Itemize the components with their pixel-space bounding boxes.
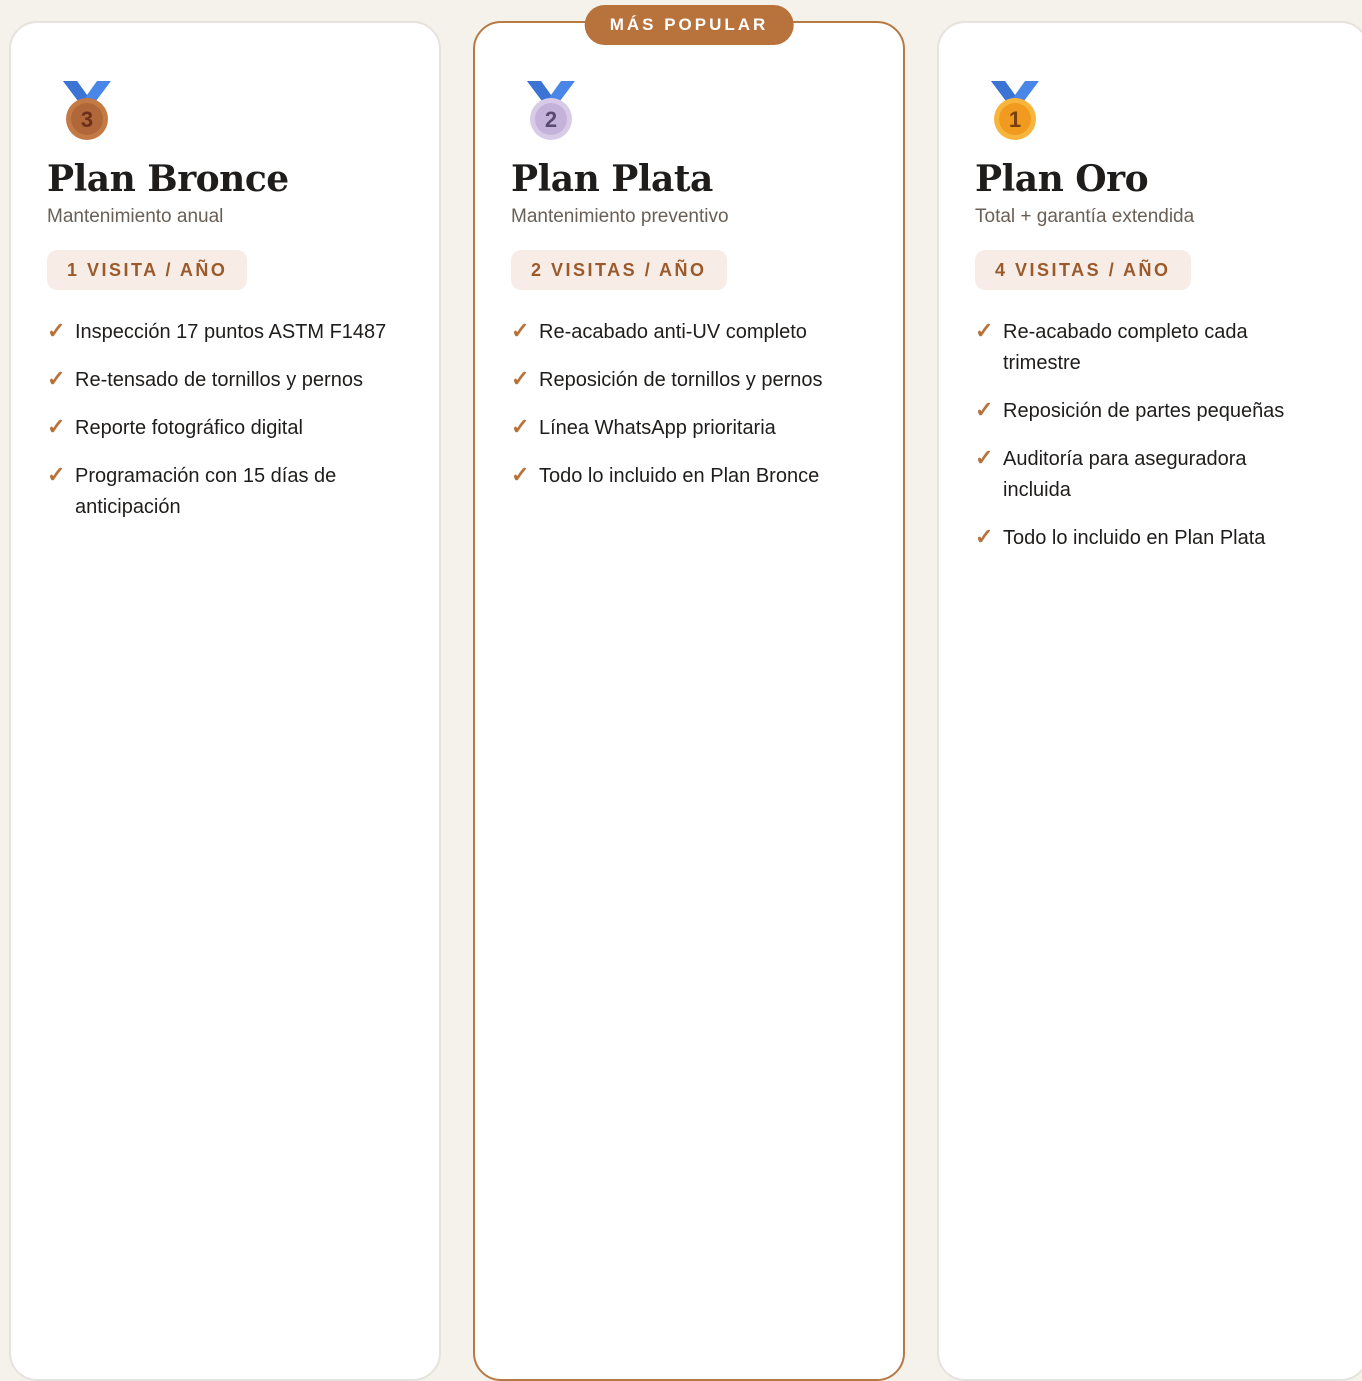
plan-card-bronce: 3 Plan Bronce Mantenimiento anual 1 VISI… <box>9 21 441 1381</box>
feature-list: ✓ Re-acabado completo cada trimestre ✓ Rep… <box>975 317 1347 554</box>
feature-text: Re-acabado anti-UV completo <box>539 321 807 343</box>
check-icon: ✓ <box>975 397 994 422</box>
feature-list: ✓ Re-acabado anti-UV completo ✓ Reposición… <box>511 317 883 492</box>
feature-text: Reposición de tornillos y pernos <box>539 369 823 391</box>
feature-item: ✓ Inspección 17 puntos ASTM F1487 <box>47 317 419 348</box>
check-icon: ✓ <box>47 414 66 439</box>
plan-subtitle: Total + garantía extendida <box>975 206 1195 227</box>
check-icon: ✓ <box>511 318 530 343</box>
feature-item: ✓ Auditoría para aseguradora incluida <box>975 444 1303 506</box>
visits-badge: 1 VISITA / AÑO <box>47 250 248 290</box>
plan-title: Plan Plata <box>511 158 713 200</box>
feature-item: ✓ Re-tensado de tornillos y pernos <box>47 365 419 396</box>
feature-item: ✓ Línea WhatsApp prioritaria <box>511 413 883 444</box>
feature-item: ✓ Todo lo incluido en Plan Bronce <box>511 461 883 492</box>
check-icon: ✓ <box>975 524 994 549</box>
first-place-medal-icon: 1 <box>991 81 1039 140</box>
check-icon: ✓ <box>47 318 66 343</box>
check-icon: ✓ <box>975 318 994 343</box>
feature-item: ✓ Programación con 15 días de anticipació… <box>47 461 375 523</box>
plan-subtitle: Mantenimiento preventivo <box>511 206 729 227</box>
second-place-medal-icon: 2 <box>527 81 575 140</box>
feature-text: Todo lo incluido en Plan Bronce <box>539 465 820 487</box>
feature-text: Auditoría para aseguradora incluida <box>1003 448 1247 501</box>
feature-item: ✓ Reposición de partes pequeñas <box>975 396 1347 427</box>
feature-item: ✓ Reporte fotográfico digital <box>47 413 419 444</box>
svg-text:3: 3 <box>81 107 93 132</box>
check-icon: ✓ <box>975 445 994 470</box>
check-icon: ✓ <box>511 414 530 439</box>
feature-text: Reporte fotográfico digital <box>75 417 303 439</box>
feature-item: ✓ Reposición de tornillos y pernos <box>511 365 883 396</box>
feature-item: ✓ Re-acabado anti-UV completo <box>511 317 883 348</box>
feature-item: ✓ Re-acabado completo cada trimestre <box>975 317 1303 379</box>
visits-badge: 2 VISITAS / AÑO <box>511 250 727 290</box>
plan-title: Plan Oro <box>975 158 1149 200</box>
feature-text: Inspección 17 puntos ASTM F1487 <box>75 321 387 343</box>
check-icon: ✓ <box>47 366 66 391</box>
feature-item: ✓ Todo lo incluido en Plan Plata <box>975 523 1347 554</box>
feature-text: Todo lo incluido en Plan Plata <box>1003 527 1266 549</box>
plan-subtitle: Mantenimiento anual <box>47 206 224 227</box>
check-icon: ✓ <box>511 366 530 391</box>
feature-text: Re-acabado completo cada trimestre <box>1003 321 1248 374</box>
third-place-medal-icon: 3 <box>63 81 111 140</box>
feature-text: Programación con 15 días de anticipación <box>75 465 337 518</box>
feature-text: Re-tensado de tornillos y pernos <box>75 369 363 391</box>
svg-text:1: 1 <box>1009 107 1021 132</box>
popular-badge: MÁS POPULAR <box>584 5 794 45</box>
check-icon: ✓ <box>511 462 530 487</box>
svg-text:2: 2 <box>545 107 557 132</box>
feature-text: Línea WhatsApp prioritaria <box>539 417 776 439</box>
visits-badge: 4 VISITAS / AÑO <box>975 250 1191 290</box>
plan-card-plata: MÁS POPULAR 2 Plan Plata Mantenimiento p… <box>473 5 905 1381</box>
feature-list: ✓ Inspección 17 puntos ASTM F1487 ✓ Re-ten… <box>47 317 419 523</box>
feature-text: Reposición de partes pequeñas <box>1003 400 1285 422</box>
check-icon: ✓ <box>47 462 66 487</box>
plan-title: Plan Bronce <box>47 158 289 200</box>
plan-card-oro: 1 Plan Oro Total + garantía extendida 4 … <box>937 21 1362 1381</box>
